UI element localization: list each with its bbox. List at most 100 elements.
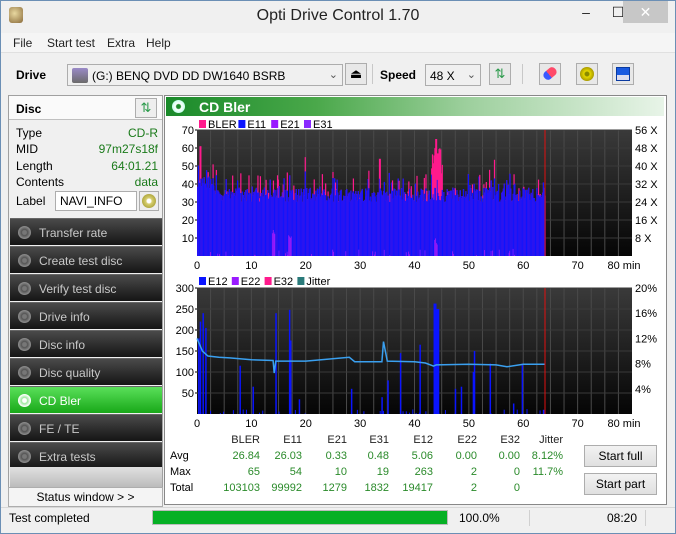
legend-swatch <box>231 277 239 285</box>
label-key: Label <box>16 194 46 208</box>
e12-bar <box>436 309 440 414</box>
stats-cell: 263 <box>414 466 433 478</box>
status-window-button[interactable]: Status window > > <box>8 487 163 507</box>
y2-tick-label: 12% <box>635 333 657 345</box>
x-tick-label: 50 <box>463 418 475 430</box>
stats-cell: 19417 <box>402 482 433 494</box>
e12-bar <box>387 380 389 414</box>
speed-select[interactable]: 48 X ⌄ <box>425 64 481 86</box>
legend-label: E32 <box>274 276 294 288</box>
x-tick-label: 40 <box>408 260 420 272</box>
e12-bar <box>219 413 221 414</box>
x-tick-label: 80 min <box>607 260 640 272</box>
e12-bar <box>298 399 301 414</box>
cd-bler-icon <box>18 394 31 407</box>
eject-button[interactable]: ⏏ <box>345 63 367 85</box>
info-value: data <box>134 175 158 189</box>
disc-refresh-button[interactable]: ⇅ <box>135 98 157 118</box>
disc-info-icon <box>18 338 31 351</box>
nav-cd-bler[interactable]: CD Bler <box>10 386 162 413</box>
nav-verify-test-disc[interactable]: Verify test disc <box>10 274 162 301</box>
e12-bar <box>399 353 402 414</box>
e12-bar <box>402 411 404 414</box>
stats-cell: 0.48 <box>367 450 389 462</box>
nav-label: Create test disc <box>39 254 123 268</box>
erase-button[interactable] <box>539 63 561 85</box>
main-title: CD Bler <box>199 99 251 115</box>
speed-select-value: 48 X <box>430 69 455 83</box>
menu-extra[interactable]: Extra <box>107 36 135 50</box>
disc-header: Disc ⇅ <box>9 96 162 120</box>
disc-info-length: Length 64:01.21 <box>16 159 158 175</box>
y2-tick-label: 32 X <box>635 179 658 191</box>
disc-info-contents: Contents data <box>16 175 158 191</box>
start-full-button[interactable]: Start full <box>584 445 657 467</box>
e12-bar <box>381 397 383 414</box>
disc-info-type: Type CD-R <box>16 126 158 142</box>
e12-bar <box>262 410 264 414</box>
nav-transfer-rate[interactable]: Transfer rate <box>10 218 162 245</box>
y-tick-label: 40 <box>182 179 194 191</box>
e12-bar <box>418 412 420 414</box>
nav-label: Drive info <box>39 310 90 324</box>
status-text: Test completed <box>9 511 90 525</box>
e12-bar <box>526 409 528 414</box>
verify-disc-icon <box>18 282 31 295</box>
menu-bar: File Start test Extra Help <box>1 33 675 53</box>
nav-fe-te[interactable]: FE / TE <box>10 414 162 441</box>
nav-disc-quality[interactable]: Disc quality <box>10 358 162 385</box>
x-tick-label: 10 <box>245 260 257 272</box>
x-tick-label: 10 <box>245 418 257 430</box>
e12-bar <box>435 413 437 414</box>
legend-swatch <box>304 120 311 128</box>
legend-swatch <box>271 120 279 128</box>
close-button[interactable]: ✕ <box>623 1 668 23</box>
e12-bar <box>245 409 247 414</box>
nav-drive-info[interactable]: Drive info <box>10 302 162 329</box>
legend-label: E12 <box>208 276 228 288</box>
y2-tick-label: 4% <box>635 384 651 396</box>
stats-col-jitter: Jitter <box>539 434 563 446</box>
disc-label-field[interactable]: NAVI_INFO <box>55 191 137 211</box>
elapsed-time: 08:20 <box>607 511 638 525</box>
x-tick-label: 80 min <box>607 418 640 430</box>
y2-tick-label: 20% <box>635 283 657 295</box>
x-tick-label: 20 <box>300 418 312 430</box>
y-tick-label: 300 <box>176 283 194 295</box>
e12-bar <box>454 413 456 414</box>
e12-bar <box>512 403 515 414</box>
drive-select-value: (G:) BENQ DVD DD DW1640 BSRB <box>92 69 286 83</box>
menu-start-test[interactable]: Start test <box>47 36 95 50</box>
y2-tick-label: 16 X <box>635 215 658 227</box>
refresh-icon: ⇅ <box>140 100 152 115</box>
e12-bar <box>289 340 292 414</box>
drive-select[interactable]: (G:) BENQ DVD DD DW1640 BSRB ⌄ <box>67 64 343 86</box>
menu-help[interactable]: Help <box>146 36 171 50</box>
e12-bar <box>444 410 446 414</box>
e12-bar <box>542 409 545 414</box>
menu-file[interactable]: File <box>13 36 32 50</box>
legend-label: E31 <box>313 119 333 131</box>
disc-label-button[interactable] <box>139 191 159 211</box>
e12-bar <box>223 411 225 414</box>
statusbar-divider <box>645 510 646 526</box>
e12-bar <box>473 351 476 414</box>
progress-fill <box>153 511 447 524</box>
legend-swatch <box>199 277 206 285</box>
nav-extra-tests[interactable]: Extra tests <box>10 442 162 469</box>
main-panel: CD Bler BLER E11 E21 E31 10 20 30 40 50 60 70 8 X 16… <box>164 95 667 505</box>
e12-bar <box>409 412 411 414</box>
start-part-button[interactable]: Start part <box>584 473 657 495</box>
e12-bar <box>202 313 204 414</box>
y2-tick-label: 48 X <box>635 143 658 155</box>
nav-label: Disc info <box>39 338 86 352</box>
disc-quality-icon <box>18 366 31 379</box>
legend-swatch <box>264 277 272 285</box>
refresh-speed-button[interactable]: ⇅ <box>489 63 511 85</box>
options-button[interactable] <box>576 63 598 85</box>
stats-cell: 0 <box>513 482 520 494</box>
y2-tick-label: 16% <box>635 308 657 320</box>
save-button[interactable] <box>612 63 634 85</box>
nav-disc-info[interactable]: Disc info <box>10 330 162 357</box>
nav-create-test-disc[interactable]: Create test disc <box>10 246 162 273</box>
